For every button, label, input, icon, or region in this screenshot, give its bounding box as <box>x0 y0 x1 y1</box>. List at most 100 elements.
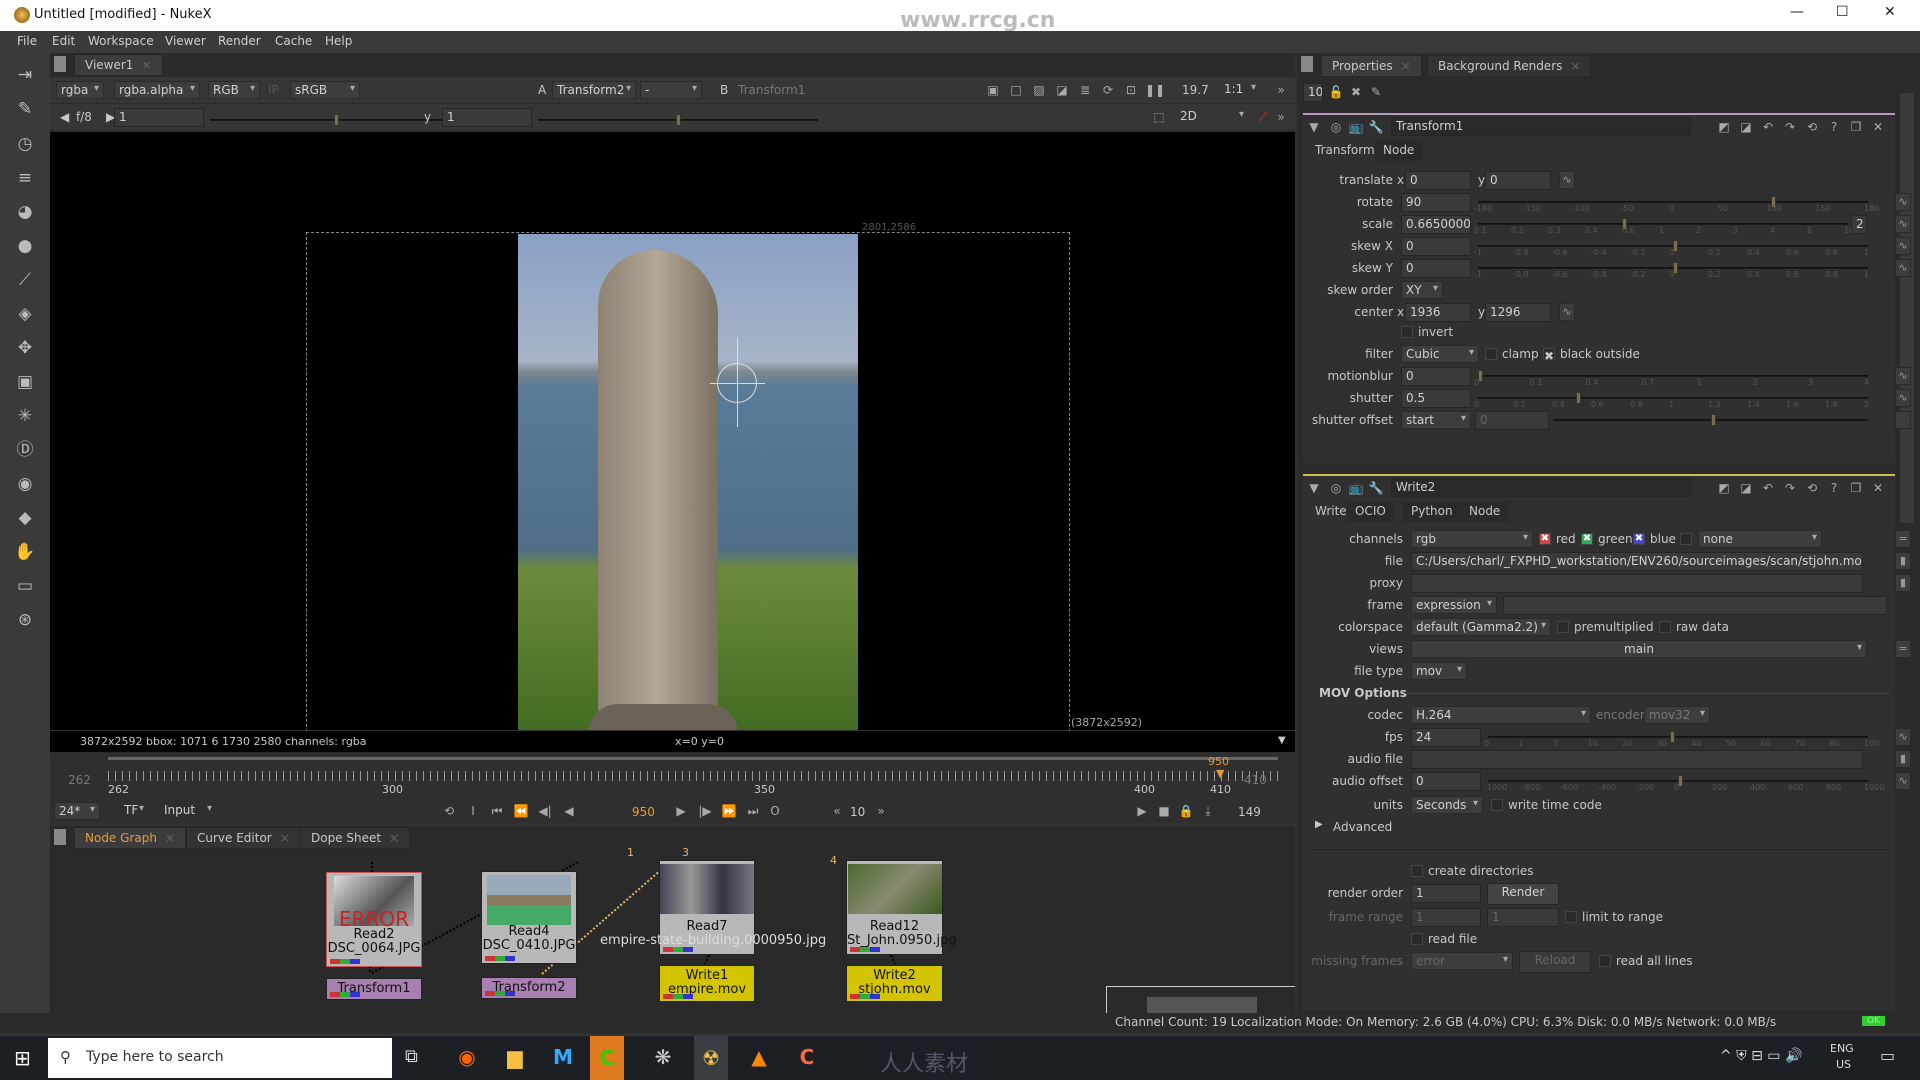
merge-tool-icon[interactable]: ◈ <box>14 303 36 325</box>
extra-channel-checkbox[interactable] <box>1680 533 1692 545</box>
tab-node[interactable]: Node <box>1461 502 1509 522</box>
menu-help[interactable]: Help <box>325 34 352 48</box>
skip-back-icon[interactable]: « <box>828 802 846 820</box>
clamp-checkbox[interactable] <box>1485 348 1497 360</box>
render-order-field[interactable]: 1 <box>1411 884 1481 903</box>
max-panels-field[interactable]: 10 <box>1303 83 1323 102</box>
translate-y-field[interactable]: 0 <box>1485 171 1551 190</box>
region-label[interactable]: US <box>1836 1058 1851 1071</box>
proxy-browse-icon[interactable]: ▮ <box>1895 574 1911 592</box>
animation-curve-icon[interactable]: ∿ <box>1895 367 1911 385</box>
fps-dropdown[interactable]: 24* <box>54 802 100 820</box>
missing-frames-dropdown[interactable]: error <box>1411 952 1513 970</box>
frame-range-first-field[interactable]: 1 <box>1411 908 1481 927</box>
node-write1[interactable]: Write1 empire.mov <box>659 965 755 1002</box>
channels-dropdown[interactable]: rgba <box>56 81 104 99</box>
motionblur-field[interactable]: 0 <box>1401 367 1471 386</box>
panel-menu-icon[interactable] <box>54 56 66 72</box>
node-read7[interactable]: Read7 empire-state-building.0000950.jpg <box>600 860 826 955</box>
node-read12[interactable]: Read12 St_John.0950.jpg <box>846 860 957 955</box>
gamma-field[interactable]: 1 <box>442 108 532 127</box>
file-type-dropdown[interactable]: mov <box>1411 662 1467 680</box>
shutter-offset-dropdown[interactable]: start <box>1401 411 1471 429</box>
maximize-button[interactable]: ☐ <box>1836 4 1849 20</box>
audio-offset-slider[interactable] <box>1488 775 1868 787</box>
redo-icon[interactable]: ↷ <box>1781 118 1799 136</box>
image-tool-icon[interactable]: ⇥ <box>14 64 36 86</box>
play-backward-icon[interactable]: ◀ <box>560 802 578 820</box>
revert-icon[interactable]: ⟲ <box>1803 118 1821 136</box>
more-chevron-icon[interactable]: » <box>1272 108 1290 126</box>
wrench-icon[interactable]: 🔧 <box>1367 479 1385 497</box>
edit-icon[interactable]: ✎ <box>1367 83 1385 101</box>
ratio-dropdown[interactable]: 1:1 <box>1220 81 1260 99</box>
timeline-range-bar[interactable] <box>108 757 1278 760</box>
viewer-toggle-icon[interactable]: ◎ <box>1327 479 1345 497</box>
system-tray-icons[interactable]: ^ ⛨ ⊟ ▭ 🔊 <box>1720 1048 1802 1064</box>
timeline-start-field[interactable]: 262 <box>68 773 91 787</box>
viewport[interactable]: 2801,2586 (3872x2592) <box>50 132 1295 742</box>
safe-area-icon[interactable]: □ <box>1007 81 1025 99</box>
scale-split-button[interactable]: 2 <box>1851 215 1867 234</box>
range-dropdown[interactable]: Input <box>160 802 216 820</box>
node-transform2[interactable]: Transform2 <box>481 977 577 999</box>
vlc-icon[interactable]: ▲ <box>742 1040 776 1074</box>
black-outside-checkbox[interactable]: ✖ <box>1543 348 1555 363</box>
toolsets-tool-icon[interactable]: ✋ <box>14 541 36 563</box>
animation-curve-icon[interactable]: ∿ <box>1895 728 1911 746</box>
raw-data-checkbox[interactable] <box>1659 621 1671 633</box>
scale-field[interactable]: 0.66500002 <box>1401 215 1471 234</box>
float-icon[interactable]: ❐ <box>1847 118 1865 136</box>
taskbar-search-input[interactable]: ⚲ Type here to search <box>48 1038 392 1078</box>
limit-to-range-checkbox[interactable] <box>1565 911 1577 923</box>
notifications-icon[interactable]: ▭ <box>1880 1046 1895 1065</box>
gain-field[interactable]: 1 <box>114 108 204 127</box>
language-label[interactable]: ENG <box>1830 1042 1854 1055</box>
menu-render[interactable]: Render <box>218 34 261 48</box>
audio-browse-icon[interactable]: ▮ <box>1895 750 1911 768</box>
tab-transform[interactable]: Transform <box>1307 141 1383 161</box>
tab-properties[interactable]: Properties × <box>1321 55 1422 77</box>
pen-color-icon[interactable]: ◩ <box>1715 118 1733 136</box>
timecode-dropdown[interactable]: TF <box>120 802 148 820</box>
paint-icon[interactable]: ⟋ <box>1254 108 1272 126</box>
navigator-minimap[interactable] <box>1106 986 1295 1013</box>
app-c-icon[interactable]: C <box>790 1040 824 1074</box>
colorspace-dropdown[interactable]: default (Gamma2.2) <box>1411 618 1551 636</box>
gain-slider[interactable] <box>210 114 460 126</box>
units-dropdown[interactable]: Seconds <box>1411 796 1483 814</box>
filter-dropdown[interactable]: Cubic <box>1401 345 1479 363</box>
firefox-icon[interactable]: ◉ <box>450 1040 484 1074</box>
nuke-app-icon[interactable]: ☢ <box>694 1036 728 1080</box>
file-browse-icon[interactable]: ▮ <box>1895 552 1911 570</box>
views-tool-icon[interactable]: ◉ <box>14 473 36 495</box>
alpha-dropdown[interactable]: rgba.alpha <box>114 81 200 99</box>
channels-dropdown[interactable]: rgb <box>1411 530 1533 548</box>
viewer-toggle-icon[interactable]: ◎ <box>1327 118 1345 136</box>
close-panel-icon[interactable]: ✕ <box>1869 118 1887 136</box>
gamma-slider[interactable] <box>538 114 818 126</box>
help-icon[interactable]: ? <box>1825 479 1843 497</box>
file-path-field[interactable]: C:/Users/charl/_FXPHD_workstation/ENV260… <box>1411 552 1863 571</box>
filter-tool-icon[interactable]: ● <box>14 235 36 257</box>
pause-icon[interactable]: ❚❚ <box>1145 81 1165 99</box>
shutter-field[interactable]: 0.5 <box>1401 389 1471 408</box>
panel-menu-icon[interactable] <box>1301 56 1313 72</box>
proxy-icon[interactable]: ⊡ <box>1122 81 1140 99</box>
minimize-button[interactable]: — <box>1790 4 1804 20</box>
skew-order-dropdown[interactable]: XY <box>1401 281 1443 299</box>
timeline[interactable]: 262 262 300 350 400 410 950 ▼ 410 <box>50 753 1295 801</box>
animation-curve-icon[interactable]: ∿ <box>1895 772 1911 790</box>
node-name-field[interactable]: Transform1 <box>1391 117 1691 136</box>
node-write2[interactable]: Write2 stjohn.mov <box>846 965 943 1002</box>
create-directories-checkbox[interactable] <box>1411 865 1423 877</box>
animation-curve-icon[interactable]: ∿ <box>1895 237 1911 255</box>
rotate-field[interactable]: 90 <box>1401 193 1471 212</box>
reload-button[interactable]: Reload <box>1519 951 1591 973</box>
motionblur-slider[interactable] <box>1478 370 1868 382</box>
shutter-offset-slider[interactable] <box>1553 414 1868 426</box>
shutter-custom-offset-field[interactable]: 0 <box>1475 411 1549 430</box>
node-read2[interactable]: ERROR Read2 DSC_0064.JPG <box>326 872 422 967</box>
current-frame-field[interactable]: 950 <box>632 805 655 819</box>
close-panel-icon[interactable]: ✕ <box>1869 479 1887 497</box>
